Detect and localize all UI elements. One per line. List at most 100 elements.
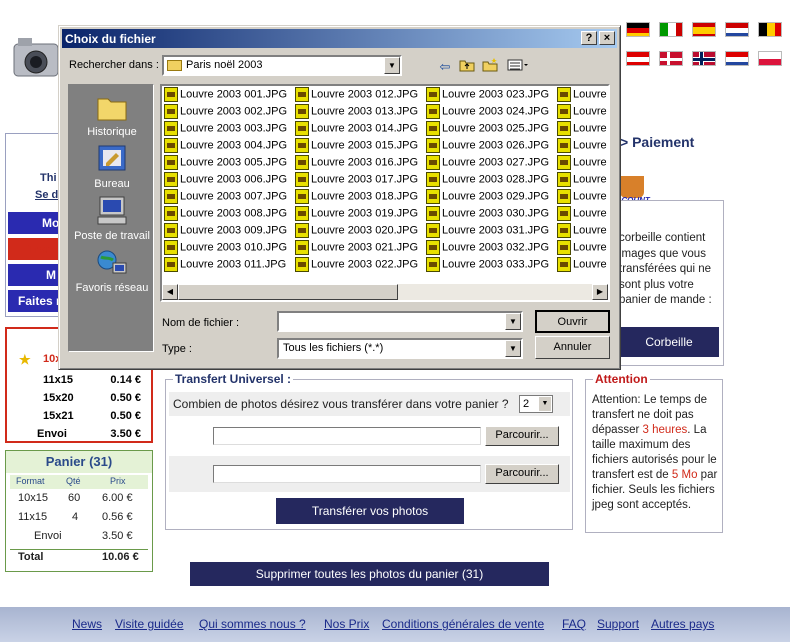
chevron-down-icon[interactable]: ▼ xyxy=(384,57,400,74)
flag-italy-icon[interactable] xyxy=(659,22,683,37)
file-item[interactable]: Louvre 2003 029.JPG xyxy=(426,189,549,206)
file-item[interactable]: Louvre 2003 002.JPG xyxy=(164,104,287,121)
file-item[interactable]: Louvre 2003 017.JPG xyxy=(295,172,418,189)
scroll-left-icon[interactable]: ◀ xyxy=(162,284,178,300)
file-item[interactable]: Louvre 2003 015.JPG xyxy=(295,138,418,155)
flag-poland-icon[interactable] xyxy=(758,51,782,66)
file-item[interactable]: Louvre 2003 030.JPG xyxy=(426,206,549,223)
file-item[interactable]: Louvre 2003 019.JPG xyxy=(295,206,418,223)
footer-link-cgv[interactable]: Conditions générales de vente xyxy=(382,617,544,631)
file-item[interactable]: Louvre 2003 008.JPG xyxy=(164,206,287,223)
file-item[interactable]: Louvre 2003 007.JPG xyxy=(164,189,287,206)
footer-link-faq[interactable]: FAQ xyxy=(562,617,586,631)
file-item[interactable]: Louvre 2003 018.JPG xyxy=(295,189,418,206)
file-item[interactable]: Louvre 2003 016.JPG xyxy=(295,155,418,172)
file-item[interactable]: Louvre 2003 012.JPG xyxy=(295,87,418,104)
camera-logo-icon xyxy=(12,30,60,88)
chevron-down-icon[interactable]: ▼ xyxy=(505,340,521,357)
footer-link-qui[interactable]: Qui sommes nous ? xyxy=(199,617,306,631)
place-history[interactable]: Historique xyxy=(69,91,155,138)
transfer-title: Transfert Universel : xyxy=(173,372,294,386)
flag-austria-icon[interactable] xyxy=(626,51,650,66)
file-path-input-2[interactable] xyxy=(213,465,481,483)
flag-belgium-icon[interactable] xyxy=(758,22,782,37)
file-item[interactable]: Louvre 2003 010.JPG xyxy=(164,240,287,257)
trash-button[interactable]: Corbeille xyxy=(619,327,719,357)
file-item[interactable]: Louvre xyxy=(557,240,607,257)
file-item[interactable]: Louvre 2003 003.JPG xyxy=(164,121,287,138)
file-item[interactable]: Louvre 2003 005.JPG xyxy=(164,155,287,172)
look-in-combo[interactable]: Paris noël 2003 ▼ xyxy=(162,55,402,76)
flag-norway-icon[interactable] xyxy=(692,51,716,66)
browse-button-2[interactable]: Parcourir... xyxy=(485,464,559,484)
file-item[interactable]: Louvre 2003 004.JPG xyxy=(164,138,287,155)
file-item[interactable]: Louvre 2003 033.JPG xyxy=(426,257,549,274)
back-icon[interactable]: ⇦ xyxy=(435,58,455,76)
file-item[interactable]: Louvre 2003 023.JPG xyxy=(426,87,549,104)
file-name: Louvre xyxy=(573,224,607,237)
account-line-2[interactable]: Se d xyxy=(35,189,58,201)
file-item[interactable]: Louvre xyxy=(557,138,607,155)
up-folder-icon[interactable] xyxy=(457,58,477,76)
file-item[interactable]: Louvre 2003 026.JPG xyxy=(426,138,549,155)
file-item[interactable]: Louvre 2003 009.JPG xyxy=(164,223,287,240)
view-menu-icon[interactable] xyxy=(505,58,531,76)
open-button[interactable]: Ouvrir xyxy=(535,310,610,333)
file-item[interactable]: Louvre 2003 020.JPG xyxy=(295,223,418,240)
file-item[interactable]: Louvre 2003 021.JPG xyxy=(295,240,418,257)
file-item[interactable]: Louvre xyxy=(557,87,607,104)
file-path-input-1[interactable] xyxy=(213,427,481,445)
new-folder-icon[interactable] xyxy=(480,58,500,76)
file-item[interactable]: Louvre xyxy=(557,172,607,189)
scroll-right-icon[interactable]: ▶ xyxy=(592,284,608,300)
help-button[interactable]: ? xyxy=(581,31,597,45)
delete-all-button[interactable]: Supprimer toutes les photos du panier (3… xyxy=(190,562,549,586)
flag-spain-icon[interactable] xyxy=(692,22,716,37)
file-name: Louvre 2003 032.JPG xyxy=(442,241,550,254)
footer-link-news[interactable]: News xyxy=(72,617,102,631)
file-list[interactable]: Louvre 2003 001.JPG Louvre 2003 002.JPG Lo… xyxy=(160,84,610,302)
file-type-select[interactable]: Tous les fichiers (*.*) ▼ xyxy=(277,338,523,359)
file-item[interactable]: Louvre 2003 025.JPG xyxy=(426,121,549,138)
file-item[interactable]: Louvre xyxy=(557,189,607,206)
flag-denmark-icon[interactable] xyxy=(659,51,683,66)
place-desktop[interactable]: Bureau xyxy=(69,143,155,190)
horizontal-scrollbar[interactable]: ◀ ▶ xyxy=(162,284,608,300)
flag-croatia-icon[interactable] xyxy=(725,51,749,66)
file-item[interactable]: Louvre xyxy=(557,257,607,274)
file-item[interactable]: Louvre 2003 032.JPG xyxy=(426,240,549,257)
file-item[interactable]: Louvre 2003 028.JPG xyxy=(426,172,549,189)
file-item[interactable]: Louvre xyxy=(557,104,607,121)
file-item[interactable]: Louvre 2003 024.JPG xyxy=(426,104,549,121)
close-button[interactable]: × xyxy=(599,31,615,45)
transfer-count-select[interactable]: 2 ▼ xyxy=(519,395,553,413)
file-item[interactable]: Louvre 2003 001.JPG xyxy=(164,87,287,104)
file-item[interactable]: Louvre 2003 027.JPG xyxy=(426,155,549,172)
footer-link-visite[interactable]: Visite guidée xyxy=(115,617,184,631)
footer-link-prix[interactable]: Nos Prix xyxy=(324,617,369,631)
chevron-down-icon[interactable]: ▼ xyxy=(505,313,521,330)
file-item[interactable]: Louvre 2003 031.JPG xyxy=(426,223,549,240)
file-item[interactable]: Louvre 2003 022.JPG xyxy=(295,257,418,274)
cancel-button[interactable]: Annuler xyxy=(535,336,610,359)
browse-button-1[interactable]: Parcourir... xyxy=(485,426,559,446)
dialog-titlebar[interactable]: Choix du fichier ? × xyxy=(62,29,617,48)
place-my-computer[interactable]: Poste de travail xyxy=(69,195,155,242)
footer-link-pays[interactable]: Autres pays xyxy=(651,617,714,631)
jpg-file-icon xyxy=(426,138,440,153)
transfer-submit-button[interactable]: Transférer vos photos xyxy=(276,498,464,524)
filename-input[interactable]: ▼ xyxy=(277,311,523,332)
file-item[interactable]: Louvre 2003 014.JPG xyxy=(295,121,418,138)
file-item[interactable]: Louvre 2003 013.JPG xyxy=(295,104,418,121)
file-item[interactable]: Louvre xyxy=(557,121,607,138)
file-item[interactable]: Louvre xyxy=(557,206,607,223)
file-item[interactable]: Louvre xyxy=(557,155,607,172)
footer-link-support[interactable]: Support xyxy=(597,617,639,631)
place-network[interactable]: Favoris réseau xyxy=(69,247,155,294)
file-item[interactable]: Louvre 2003 011.JPG xyxy=(164,257,286,274)
scroll-thumb[interactable] xyxy=(178,284,398,300)
flag-netherlands-icon[interactable] xyxy=(725,22,749,37)
file-item[interactable]: Louvre 2003 006.JPG xyxy=(164,172,287,189)
file-item[interactable]: Louvre xyxy=(557,223,607,240)
flag-germany-icon[interactable] xyxy=(626,22,650,37)
